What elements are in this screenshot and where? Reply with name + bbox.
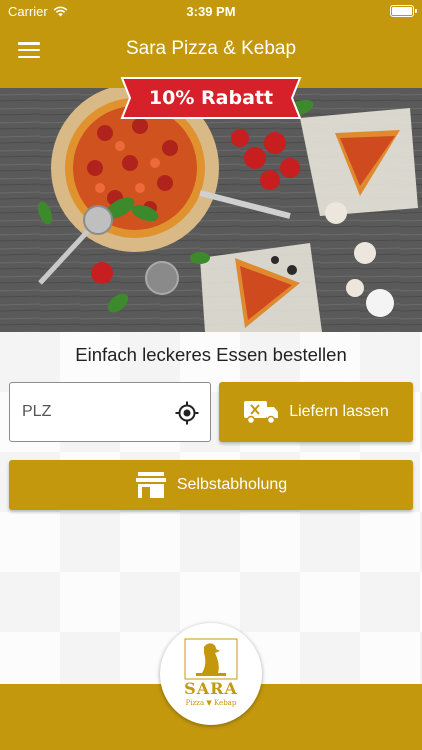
tagline: Einfach leckeres Essen bestellen <box>75 344 347 365</box>
delivery-truck-icon <box>244 401 279 425</box>
pickup-button[interactable]: Selbstabholung <box>9 460 413 510</box>
crosshair-location-icon[interactable] <box>175 401 199 425</box>
storefront-icon <box>135 472 166 498</box>
discount-badge: 10% Rabatt <box>118 76 304 120</box>
deliver-button-label: Liefern lassen <box>289 403 389 420</box>
plz-input[interactable] <box>22 383 172 441</box>
status-time: 3:39 PM <box>186 4 236 19</box>
status-bar: Carrier 3:39 PM <box>0 0 422 22</box>
brand-logo: SARA Pizza ▼ Kebap <box>160 623 262 725</box>
plz-field <box>9 382 211 442</box>
deliver-button[interactable]: Liefern lassen <box>219 382 413 442</box>
logo-name: SARA <box>184 679 238 698</box>
hamburger-menu-icon[interactable] <box>18 40 40 60</box>
falcon-logo-icon <box>184 638 238 680</box>
badge-text: 10% Rabatt <box>148 87 274 109</box>
battery-icon <box>390 5 417 17</box>
page-title: Sara Pizza & Kebap <box>125 38 297 59</box>
hero-food-image <box>0 88 422 332</box>
pickup-button-label: Selbstabholung <box>176 476 288 493</box>
logo-subtitle: Pizza ▼ Kebap <box>185 699 237 707</box>
